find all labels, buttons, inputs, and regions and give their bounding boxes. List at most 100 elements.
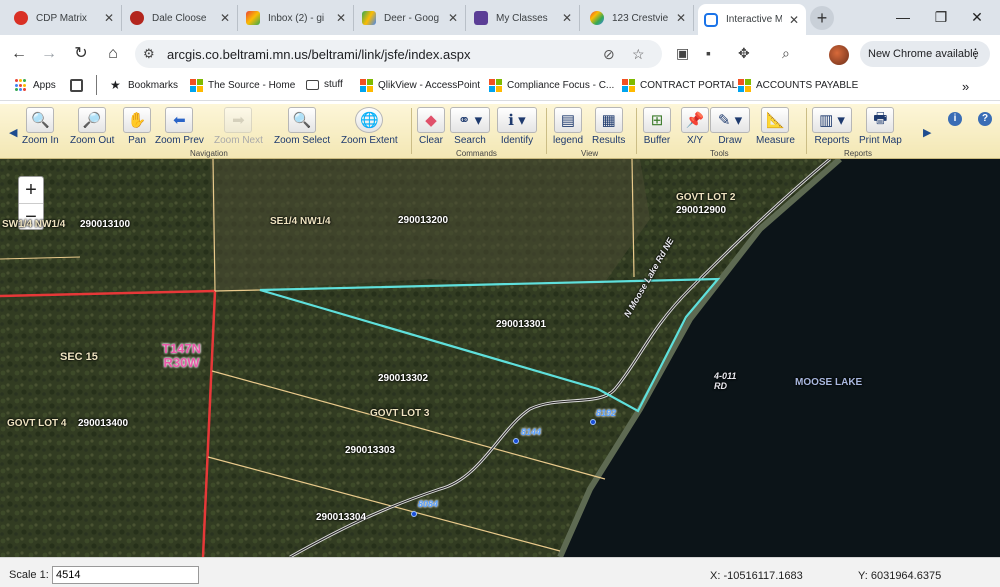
draw-button[interactable]: ✎ ▾ Draw: [710, 107, 750, 146]
browser-tab[interactable]: Deer - Goog ✕: [356, 5, 466, 31]
bookmark-the-source[interactable]: The Source - Home: [190, 79, 295, 92]
bookmark-bookmarks[interactable]: ★ Bookmarks: [110, 79, 178, 92]
tab-title: 123 Crestvie: [612, 12, 669, 24]
tool-label: Draw: [718, 135, 742, 146]
zoom-in-icon: 🔍: [26, 107, 55, 133]
bookmark-star-icon[interactable]: ☆: [632, 46, 645, 63]
globe-icon: 🌐: [355, 107, 384, 133]
results-button[interactable]: ▦ Results: [592, 107, 625, 146]
browser-tab[interactable]: Inbox (2) - gi ✕: [240, 5, 354, 31]
search-button[interactable]: ⚭ ▾ Search: [450, 107, 490, 146]
aerial-map-graphics: [0, 159, 1000, 557]
reports-button[interactable]: ▥ ▾ Reports: [812, 107, 852, 146]
browser-tab-active[interactable]: Interactive M ✕: [698, 4, 806, 35]
browser-tab[interactable]: 123 Crestvie ✕: [584, 5, 694, 31]
map-canvas[interactable]: + − SW1/4 NW1/4 290013100 SE1/4 NW1/4 29…: [0, 159, 1000, 557]
close-tab-icon[interactable]: ✕: [336, 11, 346, 25]
zoom-select-button[interactable]: 🔍 Zoom Select: [274, 107, 330, 146]
scale-input[interactable]: [52, 566, 199, 584]
bookmark-apps[interactable]: Apps: [15, 79, 56, 92]
bookmark-accounts-payable[interactable]: ACCOUNTS PAYABLE: [738, 79, 858, 92]
url-text[interactable]: arcgis.co.beltrami.mn.us/beltrami/link/j…: [167, 47, 470, 62]
print-map-button[interactable]: 🖶 Print Map: [859, 107, 902, 146]
bookmark-label: Apps: [33, 80, 56, 91]
tool-label: Zoom In: [22, 135, 59, 146]
browser-tab[interactable]: My Classes ✕: [468, 5, 580, 31]
close-tab-icon[interactable]: ✕: [789, 13, 799, 27]
chrome-update-button[interactable]: New Chrome available ⋮: [860, 41, 990, 67]
back-arrow-icon[interactable]: ←: [8, 43, 30, 65]
tab-title: Dale Cloose: [152, 12, 207, 24]
group-label-reports: Reports: [844, 149, 873, 158]
printer-icon: 🖶: [866, 107, 895, 133]
puzzle-icon[interactable]: ✥: [738, 45, 750, 62]
info-icon[interactable]: i: [948, 112, 962, 126]
camera-off-icon[interactable]: ⊘: [603, 46, 615, 63]
bookmark-tab-groups[interactable]: [70, 79, 88, 92]
close-tab-icon[interactable]: ✕: [448, 11, 458, 25]
parcel-label: 290013100: [80, 219, 131, 230]
kebab-menu-icon[interactable]: ⋮: [969, 41, 982, 67]
group-separator: [546, 108, 547, 154]
home-icon[interactable]: ⌂: [102, 43, 124, 65]
extension-icon[interactable]: ▣: [676, 45, 689, 62]
classes-icon: [474, 11, 488, 25]
devtools-icon[interactable]: ▪: [706, 45, 711, 61]
zoom-out-button[interactable]: 🔎 Zoom Out: [70, 107, 114, 146]
clear-button[interactable]: ◆ Clear: [417, 107, 445, 146]
tool-label: Zoom Extent: [341, 135, 398, 146]
restore-window-icon[interactable]: ❐: [922, 0, 960, 35]
zoom-in-button[interactable]: 🔍 Zoom In: [22, 107, 59, 146]
section-label: GOVT LOT 3: [370, 408, 430, 419]
site-info-icon[interactable]: ⚙: [143, 46, 155, 62]
layers-icon: ▤: [554, 107, 583, 133]
measure-button[interactable]: 📐 Measure: [756, 107, 795, 146]
buffer-button[interactable]: ⊞ Buffer: [643, 107, 671, 146]
address-bar[interactable]: ⚙ arcgis.co.beltrami.mn.us/beltrami/link…: [135, 40, 662, 68]
profile-avatar[interactable]: [829, 45, 849, 65]
address-point[interactable]: [590, 419, 596, 425]
binoculars-icon: ⚭ ▾: [450, 107, 490, 133]
minimize-window-icon[interactable]: —: [884, 0, 922, 35]
zoom-next-button[interactable]: ➡ Zoom Next: [214, 107, 263, 146]
map-zoom-in-button[interactable]: +: [19, 177, 43, 204]
address-point[interactable]: [411, 511, 417, 517]
close-tab-icon[interactable]: ✕: [562, 11, 572, 25]
microsoft-icon: [360, 79, 373, 92]
more-bookmarks-chevron-icon[interactable]: »: [962, 79, 969, 94]
bookmark-stuff[interactable]: stuff: [306, 79, 343, 90]
legend-button[interactable]: ▤ legend: [553, 107, 583, 146]
new-tab-button[interactable]: +: [810, 6, 834, 30]
address-point[interactable]: [513, 438, 519, 444]
browser-tab[interactable]: CDP Matrix ✕: [8, 5, 122, 31]
group-separator: [636, 108, 637, 154]
section-label: SW1/4 NW1/4: [2, 219, 66, 230]
search-tabs-icon[interactable]: ⌕: [782, 45, 790, 62]
tool-label: X/Y: [686, 135, 704, 146]
toolbar-scroll-right-icon[interactable]: ▶: [923, 126, 931, 139]
range-label: R30W: [163, 355, 200, 370]
identify-button[interactable]: ℹ ▾ Identify: [497, 107, 537, 146]
pan-button[interactable]: ✋ Pan: [123, 107, 151, 146]
parcel-label: 290013304: [316, 512, 367, 523]
reload-icon[interactable]: ↻: [70, 43, 92, 65]
bookmark-label: CONTRACT PORTAL: [640, 80, 738, 91]
bookmark-compliance-focus[interactable]: Compliance Focus - C...: [489, 79, 614, 92]
parcel-label: 290013301: [496, 319, 547, 330]
toolbar-scroll-left-icon[interactable]: ◀: [9, 126, 17, 139]
forward-arrow-icon[interactable]: →: [38, 43, 60, 65]
tab-title: Deer - Goog: [384, 12, 440, 24]
close-tab-icon[interactable]: ✕: [220, 11, 230, 25]
bookmark-contract-portal[interactable]: CONTRACT PORTAL: [622, 79, 737, 92]
apps-grid-icon: [15, 79, 28, 92]
zoom-extent-button[interactable]: 🌐 Zoom Extent: [341, 107, 398, 146]
close-tab-icon[interactable]: ✕: [104, 11, 114, 25]
browser-tab[interactable]: Dale Cloose ✕: [124, 5, 238, 31]
help-icon[interactable]: ?: [978, 112, 992, 126]
y-coordinate-readout: Y: 6031964.6375: [858, 570, 942, 582]
close-window-icon[interactable]: ✕: [958, 0, 996, 35]
zoom-prev-button[interactable]: ⬅ Zoom Prev: [155, 107, 204, 146]
xy-button[interactable]: 📌 X/Y: [681, 107, 709, 146]
bookmark-qlikview[interactable]: QlikView - AccessPoint: [360, 79, 480, 92]
close-tab-icon[interactable]: ✕: [676, 11, 686, 25]
